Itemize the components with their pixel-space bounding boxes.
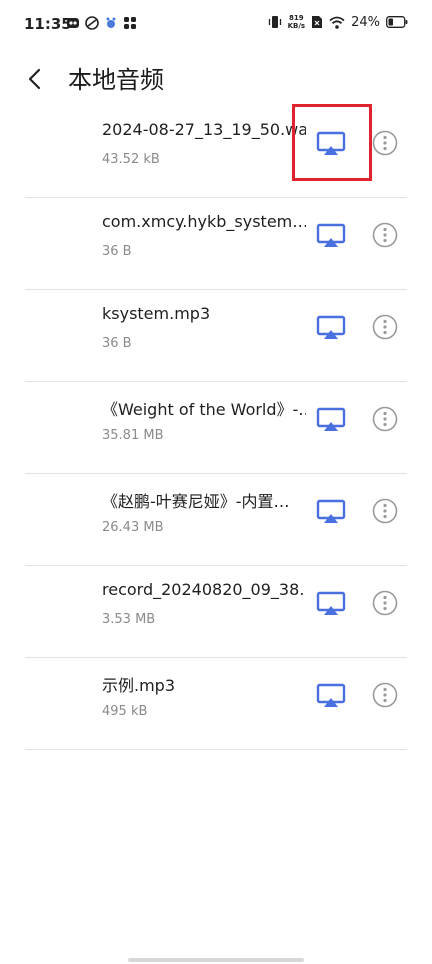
list-item[interactable]: com.xmcy.hykb_system… 36 B <box>0 198 432 290</box>
cast-icon[interactable] <box>316 406 346 434</box>
divider <box>25 749 407 750</box>
file-size: 26.43 MB <box>102 520 164 535</box>
highlight-box <box>292 104 372 181</box>
status-notification-icons <box>66 16 137 30</box>
file-size: 3.53 MB <box>102 612 156 627</box>
page-title: 本地音频 <box>68 66 164 94</box>
network-speed: 819 KB/s <box>288 14 305 30</box>
list-item[interactable]: 《Weight of the World》-… 35.81 MB <box>0 382 432 474</box>
file-name: ksystem.mp3 <box>102 304 211 323</box>
cast-icon[interactable] <box>316 498 346 526</box>
app-notification-icon <box>106 17 116 28</box>
vibrate-icon <box>268 16 281 28</box>
file-size: 35.81 MB <box>102 428 164 443</box>
app-notification-icon <box>85 16 99 30</box>
file-size: 36 B <box>102 336 132 351</box>
file-size: 43.52 kB <box>102 152 160 167</box>
more-vertical-icon[interactable] <box>372 406 398 432</box>
battery-percent: 24% <box>351 14 380 30</box>
file-size: 36 B <box>102 244 132 259</box>
sim-off-icon <box>312 16 323 28</box>
app-header: 本地音频 <box>0 56 432 102</box>
battery-icon <box>386 16 408 28</box>
app-notification-icon <box>124 17 136 29</box>
network-speed-unit: KB/s <box>287 22 306 30</box>
cast-icon[interactable] <box>316 314 346 342</box>
list-item[interactable]: 《赵鹏-叶赛尼娅》-内置… 26.43 MB <box>0 474 432 566</box>
status-system-icons: 819 KB/s 24% <box>268 14 408 30</box>
app-notification-icon <box>67 18 79 28</box>
more-vertical-icon[interactable] <box>372 498 398 524</box>
file-name: 《Weight of the World》-… <box>102 400 306 419</box>
list-item[interactable]: ksystem.mp3 36 B <box>0 290 432 382</box>
list-item[interactable]: record_20240820_09_38… 3.53 MB <box>0 566 432 658</box>
list-item[interactable]: 示例.mp3 495 kB <box>0 658 432 750</box>
status-bar: 11:35 819 KB/s 24% <box>0 0 432 50</box>
audio-file-list: 2024-08-27_13_19_50.wav 43.52 kB com.xmc… <box>0 106 432 750</box>
file-name: com.xmcy.hykb_system… <box>102 212 306 231</box>
more-vertical-icon[interactable] <box>372 222 398 248</box>
cast-icon[interactable] <box>316 222 346 250</box>
file-name: record_20240820_09_38… <box>102 580 306 599</box>
file-name: 示例.mp3 <box>102 676 176 695</box>
cast-icon[interactable] <box>316 682 346 710</box>
more-vertical-icon[interactable] <box>372 590 398 616</box>
more-vertical-icon[interactable] <box>372 682 398 708</box>
cast-icon[interactable] <box>316 590 346 618</box>
status-time: 11:35 <box>24 15 72 33</box>
file-name: 《赵鹏-叶赛尼娅》-内置… <box>102 492 290 511</box>
more-vertical-icon[interactable] <box>372 314 398 340</box>
more-vertical-icon[interactable] <box>372 130 398 156</box>
network-speed-value: 819 <box>289 14 304 22</box>
file-size: 495 kB <box>102 704 148 719</box>
back-arrow-icon[interactable] <box>22 64 50 94</box>
file-name: 2024-08-27_13_19_50.wav <box>102 120 306 139</box>
wifi-icon <box>329 16 345 29</box>
home-indicator[interactable] <box>128 958 304 962</box>
